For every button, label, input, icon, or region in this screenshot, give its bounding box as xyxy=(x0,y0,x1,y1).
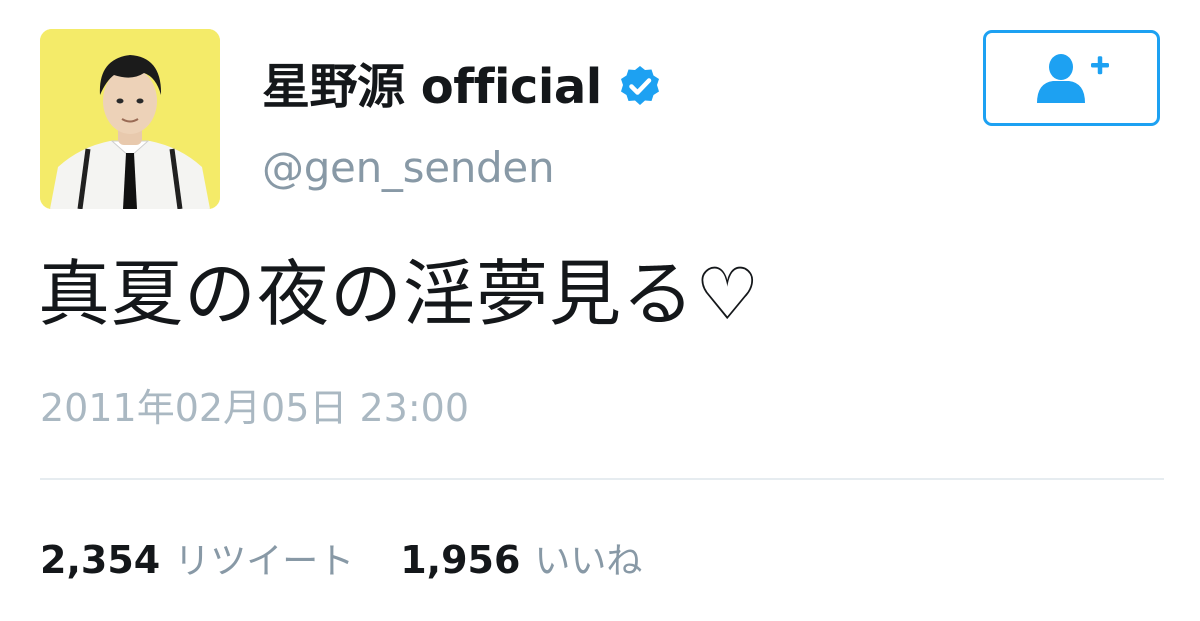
user-handle[interactable]: @gen_senden xyxy=(262,138,555,198)
retweet-stat[interactable]: 2,354 リツイート xyxy=(40,532,354,584)
display-name[interactable]: 星野源 official xyxy=(262,52,602,122)
retweet-count: 2,354 xyxy=(40,538,161,582)
tweet-stats: 2,354 リツイート 1,956 いいね xyxy=(40,528,688,588)
follow-button[interactable] xyxy=(983,30,1160,126)
avatar[interactable] xyxy=(40,29,220,209)
divider xyxy=(40,478,1164,480)
tweet-timestamp[interactable]: 2011年02月05日 23:00 xyxy=(40,380,469,436)
like-stat[interactable]: 1,956 いいね xyxy=(400,532,642,584)
follow-user-plus-icon xyxy=(1036,54,1109,103)
like-label: いいね xyxy=(534,541,643,582)
like-count: 1,956 xyxy=(400,538,521,582)
tweet-text: 真夏の夜の淫夢見る♡ xyxy=(38,252,761,336)
display-name-row: 星野源 official xyxy=(262,52,664,122)
avatar-photo xyxy=(40,29,220,209)
retweet-label: リツイート xyxy=(174,541,355,582)
verified-badge-icon xyxy=(616,63,664,111)
